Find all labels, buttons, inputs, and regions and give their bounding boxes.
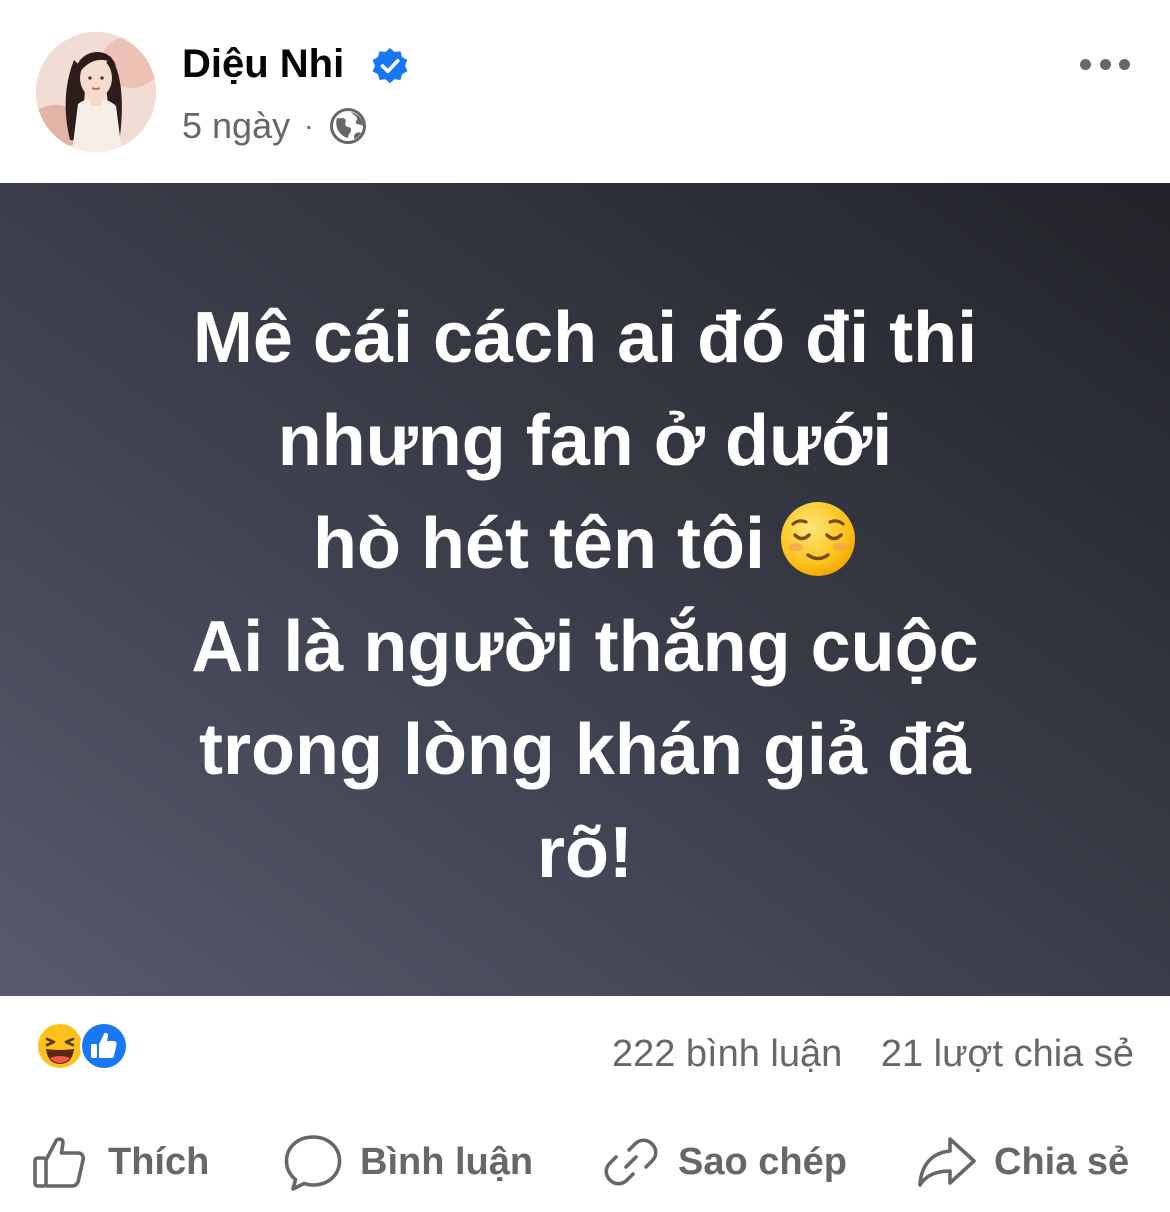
like-button[interactable]: Thích: [30, 1120, 209, 1204]
like-label: Thích: [108, 1140, 210, 1183]
more-dot: [1119, 58, 1130, 70]
share-label: Chia sẻ: [994, 1140, 1130, 1183]
status-text: Mê cái cách ai đó đi thi nhưng fan ở dướ…: [60, 287, 1110, 905]
share-arrow-icon: [918, 1137, 976, 1187]
status-line: trong lòng khán giả đã: [199, 710, 971, 790]
status-line-with-emoji: hò hét tên tôi: [60, 493, 1110, 596]
relieved-face-emoji: [780, 502, 855, 576]
post-actions: Thích Bình luận Sao chép Chia sẻ: [0, 1120, 1170, 1204]
link-icon: [604, 1138, 658, 1186]
post-meta: 5 ngày ·: [182, 104, 367, 148]
speech-bubble-icon: [284, 1135, 342, 1191]
avatar-photo: [36, 32, 156, 152]
more-options-icon[interactable]: [1080, 44, 1130, 84]
post-header: Diệu Nhi 5 ngày ·: [0, 0, 1170, 183]
meta-separator: ·: [304, 110, 314, 141]
status-line: Mê cái cách ai đó đi thi: [192, 298, 978, 378]
share-button[interactable]: Chia sẻ: [916, 1120, 1129, 1204]
facebook-post: Diệu Nhi 5 ngày · Mê cái cách ai đó đi t…: [0, 0, 1170, 1212]
globe-icon[interactable]: [329, 107, 367, 145]
author-avatar[interactable]: [36, 32, 156, 152]
comment-label: Bình luận: [360, 1140, 534, 1183]
status-line: nhưng fan ở dưới: [277, 401, 893, 481]
more-dot: [1099, 58, 1111, 70]
like-reaction-icon: [80, 1022, 128, 1070]
copy-button[interactable]: Sao chép: [600, 1120, 847, 1204]
reaction-summary[interactable]: [34, 1020, 134, 1070]
thumbs-up-icon: [33, 1137, 86, 1188]
status-background: Mê cái cách ai đó đi thi nhưng fan ở dướ…: [0, 183, 1170, 996]
more-dot: [1080, 58, 1091, 70]
comment-button[interactable]: Bình luận: [282, 1120, 533, 1204]
post-time[interactable]: 5 ngày: [182, 104, 290, 148]
status-line: Ai là người thắng cuộc: [191, 607, 979, 687]
engagement-counts: 222 bình luận 21 lượt chia sẻ: [612, 1030, 1134, 1078]
share-count[interactable]: 21 lượt chia sẻ: [881, 1033, 1134, 1075]
copy-label: Sao chép: [678, 1140, 847, 1183]
status-line: rõ!: [537, 813, 633, 893]
status-line-text: hò hét tên tôi: [313, 504, 765, 584]
comment-count[interactable]: 222 bình luận: [612, 1033, 842, 1075]
verified-badge-icon: [372, 48, 408, 84]
author-name[interactable]: Diệu Nhi: [182, 40, 344, 88]
